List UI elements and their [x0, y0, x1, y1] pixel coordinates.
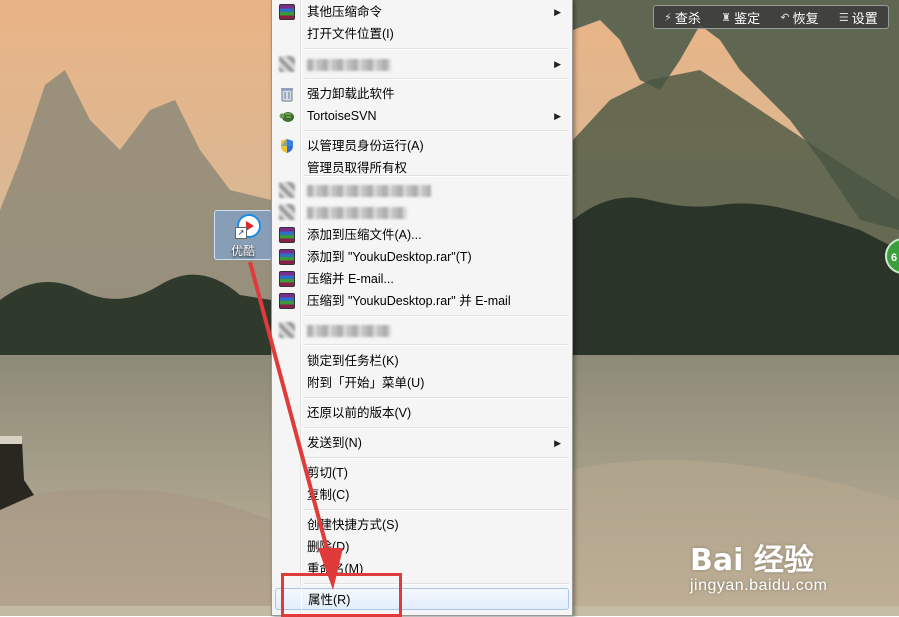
menu-separator	[304, 509, 569, 511]
menu-item-add-to-archive[interactable]: 添加到压缩文件(A)...	[275, 224, 569, 246]
security-toolbar: ⚡ 查杀 ♜ 鉴定 ↶ 恢复 ☰ 设置	[653, 5, 889, 29]
menu-item-force-uninstall[interactable]: 强力卸载此软件	[275, 83, 569, 105]
blurred-text	[307, 324, 391, 337]
winrar-icon	[279, 271, 295, 287]
submenu-arrow-icon: ▶	[554, 111, 561, 121]
menu-item-other-compress[interactable]: 其他压缩命令 ▶	[275, 1, 569, 23]
menu-item-compress-email[interactable]: 压缩并 E-mail...	[275, 268, 569, 290]
menu-separator	[304, 48, 569, 50]
annotation-highlight-box	[281, 573, 402, 617]
blurred-text	[307, 206, 407, 219]
blurred-text	[307, 184, 431, 197]
desktop-icon-label: 优酷	[230, 244, 255, 258]
toolbar-restore-button[interactable]: ↶ 恢复	[780, 8, 818, 27]
baidu-jingyan-watermark: Bai 经验 jingyan.baidu.com	[690, 535, 827, 595]
menu-item-pin-taskbar[interactable]: 锁定到任务栏(K)	[275, 350, 569, 372]
menu-item-compress-rar-email[interactable]: 压缩到 "YoukuDesktop.rar" 并 E-mail	[275, 290, 569, 312]
submenu-arrow-icon: ▶	[554, 59, 561, 69]
stamp-icon: ♜	[721, 11, 732, 24]
lightning-icon: ⚡	[664, 11, 672, 24]
menu-item-blurred-3[interactable]	[275, 201, 569, 223]
winrar-icon	[279, 293, 295, 309]
submenu-arrow-icon: ▶	[554, 438, 561, 448]
menu-item-blurred-4[interactable]	[275, 319, 569, 341]
toolbar-settings-button[interactable]: ☰ 设置	[839, 8, 878, 27]
menu-separator	[304, 175, 569, 177]
menu-separator	[304, 344, 569, 346]
winrar-icon	[279, 4, 295, 20]
menu-separator	[304, 315, 569, 317]
menu-item-copy[interactable]: 复制(C)	[275, 484, 569, 506]
toolbar-scan-label: 查杀	[674, 10, 701, 26]
toolbar-scan-button[interactable]: ⚡ 查杀	[664, 8, 701, 27]
menu-item-send-to[interactable]: 发送到(N) ▶	[275, 432, 569, 454]
menu-separator	[304, 457, 569, 459]
list-icon: ☰	[838, 11, 849, 24]
menu-item-create-shortcut[interactable]: 创建快捷方式(S)	[275, 514, 569, 536]
menu-item-cut[interactable]: 剪切(T)	[275, 462, 569, 484]
shortcut-arrow-icon: ↗	[235, 227, 247, 239]
winrar-icon	[279, 227, 295, 243]
toolbar-identify-label: 鉴定	[734, 10, 761, 26]
watermark-brand: Bai 经验	[690, 543, 814, 578]
menu-item-run-as-admin[interactable]: 以管理员身份运行(A)	[275, 135, 569, 157]
undo-icon: ↶	[780, 11, 790, 24]
tortoise-icon	[279, 112, 294, 122]
blurred-icon	[279, 182, 295, 198]
menu-item-blurred-1[interactable]: ▶	[275, 53, 569, 75]
uac-shield-icon	[281, 139, 293, 153]
blurred-text	[307, 58, 391, 71]
menu-separator	[304, 130, 569, 132]
menu-separator	[304, 78, 569, 80]
watermark-site: jingyan.baidu.com	[690, 577, 828, 594]
menu-item-pin-start[interactable]: 附到「开始」菜单(U)	[275, 372, 569, 394]
toolbar-restore-label: 恢复	[792, 10, 819, 26]
blurred-icon	[279, 322, 295, 338]
blurred-icon	[279, 204, 295, 220]
menu-item-add-to-rar[interactable]: 添加到 "YoukuDesktop.rar"(T)	[275, 246, 569, 268]
toolbar-identify-button[interactable]: ♜ 鉴定	[721, 8, 760, 27]
menu-item-blurred-2[interactable]	[275, 179, 569, 201]
winrar-icon	[279, 249, 295, 265]
menu-item-tortoisesvn[interactable]: TortoiseSVN ▶	[275, 105, 569, 127]
blurred-icon	[279, 56, 295, 72]
menu-item-restore-versions[interactable]: 还原以前的版本(V)	[275, 402, 569, 424]
menu-separator	[304, 397, 569, 399]
menu-item-delete[interactable]: 删除(D)	[275, 536, 569, 558]
toolbar-settings-label: 设置	[851, 10, 878, 26]
menu-item-open-file-location[interactable]: 打开文件位置(I)	[275, 23, 569, 45]
context-menu: 其他压缩命令 ▶ 打开文件位置(I) ▶ 强力卸载此软件 TortoiseSVN…	[271, 0, 573, 616]
menu-separator	[304, 427, 569, 429]
trash-icon	[281, 88, 293, 102]
desktop-icon-youku[interactable]: ↗ 优酷	[214, 210, 272, 260]
submenu-arrow-icon: ▶	[554, 7, 561, 17]
